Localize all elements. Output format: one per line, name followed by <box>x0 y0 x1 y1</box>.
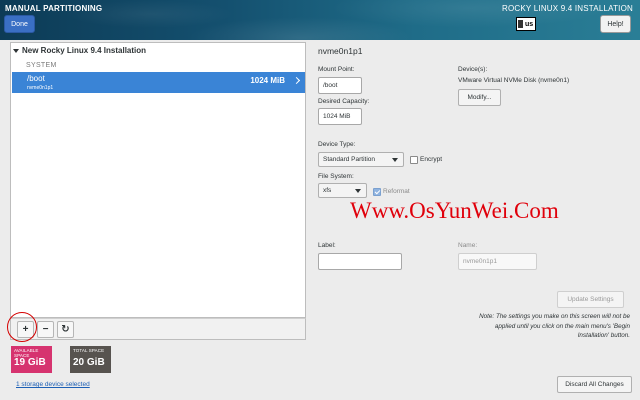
partition-detail-title: nvme0n1p1 <box>318 46 363 56</box>
keyboard-layout-label: us <box>525 20 534 28</box>
note-lead: Note: <box>479 313 495 320</box>
watermark-text: Www.OsYunWei.Com <box>350 198 559 223</box>
tree-root-label: New Rocky Linux 9.4 Installation <box>22 46 147 55</box>
desired-capacity-input[interactable]: 1024 MiB <box>318 108 362 125</box>
keyboard-layout-indicator[interactable]: us <box>516 17 536 31</box>
label-field-label: Label: <box>318 242 336 249</box>
devices-label: Device(s): <box>458 66 488 73</box>
total-space-value: 20 GiB <box>73 357 105 368</box>
encrypt-checkbox[interactable] <box>410 156 418 164</box>
done-button[interactable]: Done <box>4 15 35 33</box>
keyboard-icon <box>518 20 523 28</box>
device-type-value: Standard Partition <box>323 156 376 163</box>
total-space-box: TOTAL SPACE 20 GiB <box>70 346 111 373</box>
storage-devices-link[interactable]: 1 storage device selected <box>16 381 90 388</box>
partition-mount-point: /boot <box>27 74 45 83</box>
encrypt-label: Encrypt <box>420 156 443 163</box>
header-bar: MANUAL PARTITIONING Done ROCKY LINUX 9.4… <box>0 0 640 40</box>
reformat-checkbox[interactable] <box>373 188 381 196</box>
partition-tree: New Rocky Linux 9.4 Installation SYSTEM … <box>10 42 306 318</box>
partition-size: 1024 MiB <box>250 76 285 85</box>
tree-category-system: SYSTEM <box>26 62 57 69</box>
remove-partition-button[interactable]: − <box>37 321 54 338</box>
desired-capacity-label: Desired Capacity: <box>318 98 370 105</box>
mount-point-label: Mount Point: <box>318 66 355 73</box>
modify-button[interactable]: Modify... <box>458 89 501 106</box>
mount-point-input[interactable]: /boot <box>318 77 362 94</box>
name-input[interactable]: nvme0n1p1 <box>458 253 537 270</box>
product-title: ROCKY LINUX 9.4 INSTALLATION <box>502 4 633 13</box>
partition-row-boot[interactable]: /boot nvme0n1p1 1024 MiB <box>12 72 305 93</box>
chevron-down-icon <box>355 189 361 193</box>
file-system-dropdown[interactable]: xfs <box>318 183 367 198</box>
settings-note: Note: The settings you make on this scre… <box>470 312 630 341</box>
device-type-dropdown[interactable]: Standard Partition <box>318 152 404 167</box>
screen-title: MANUAL PARTITIONING <box>5 4 103 13</box>
partition-toolbar: + − ↻ <box>10 318 306 340</box>
chevron-down-icon <box>392 158 398 162</box>
note-text: The settings you make on this screen wil… <box>494 313 630 339</box>
name-field-label: Name: <box>458 242 478 249</box>
help-button[interactable]: Help! <box>600 15 631 33</box>
chevron-right-icon <box>292 76 301 85</box>
devices-value: VMware Virtual NVMe Disk (nvme0n1) <box>458 77 570 84</box>
available-space-box: AVAILABLE SPACE 19 GiB <box>11 346 52 373</box>
total-space-label: TOTAL SPACE <box>73 348 105 353</box>
partition-device-name: nvme0n1p1 <box>27 85 54 91</box>
label-input[interactable] <box>318 253 402 270</box>
available-space-value: 19 GiB <box>14 357 46 368</box>
expander-arrow-icon[interactable] <box>13 48 19 53</box>
refresh-button[interactable]: ↻ <box>57 321 74 338</box>
update-settings-button[interactable]: Update Settings <box>557 291 624 308</box>
file-system-label: File System: <box>318 173 354 180</box>
tree-root-installation[interactable]: New Rocky Linux 9.4 Installation <box>13 46 146 55</box>
reformat-label: Reformat <box>383 188 410 195</box>
device-type-label: Device Type: <box>318 141 356 148</box>
discard-all-changes-button[interactable]: Discard All Changes <box>557 376 632 393</box>
file-system-value: xfs <box>323 187 332 194</box>
highlight-circle-annotation <box>7 312 37 342</box>
